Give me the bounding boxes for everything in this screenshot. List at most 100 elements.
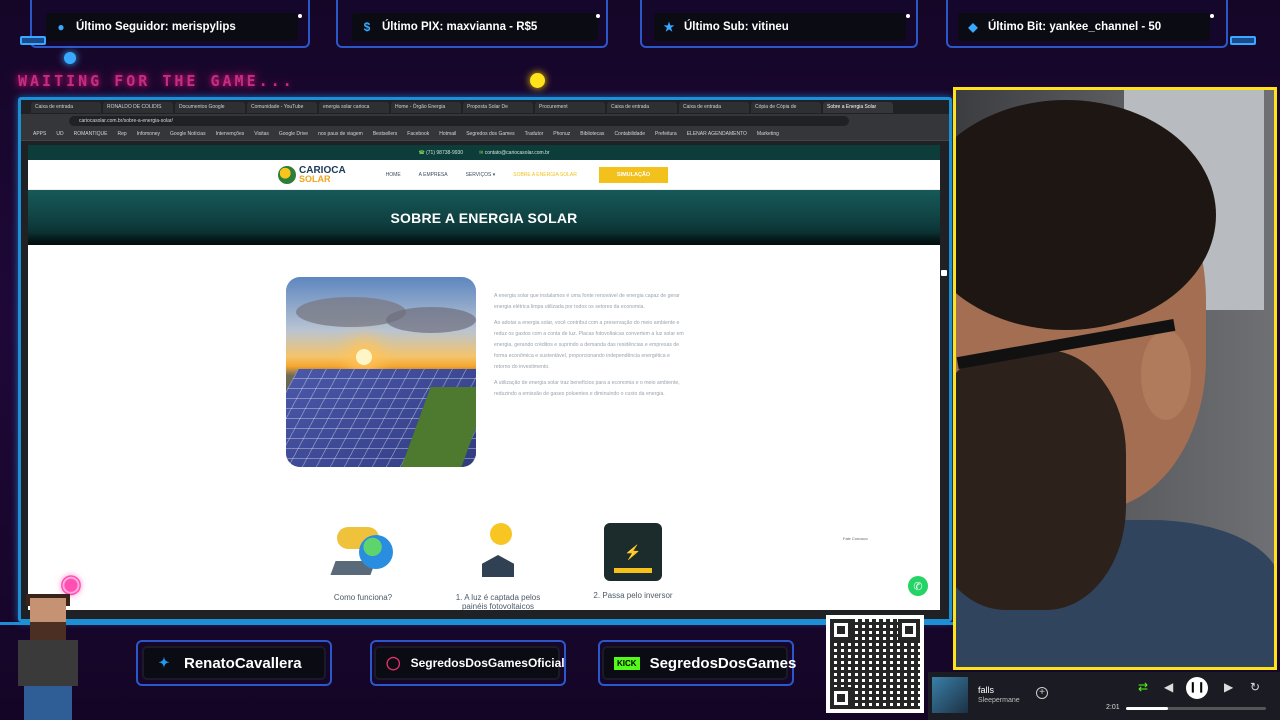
browser-tab-strip: Caixa de entrada RONALDO DE COLIDIS Docu… — [21, 100, 949, 114]
how-it-works: Como funciona? 1. A luz é captada pelos … — [308, 523, 688, 610]
album-art — [932, 677, 968, 713]
twitter-handle[interactable]: ✦ RenatoCavallera — [144, 648, 324, 678]
repeat-icon[interactable]: ↻ — [1250, 680, 1260, 694]
menu-servicos[interactable]: SERVIÇOS ▾ — [466, 172, 496, 178]
deco-tab — [20, 36, 46, 45]
bookmark[interactable]: UD — [56, 131, 63, 137]
step-label: 1. A luz é captada pelos painéis fotovol… — [455, 593, 541, 610]
shuffle-icon[interactable]: ⇄ — [1138, 680, 1148, 694]
sun-logo-icon — [278, 165, 296, 184]
qr-caption: livepix.gg/segredosdosgames — [826, 603, 919, 610]
bookmark[interactable]: Marketing — [757, 131, 779, 137]
inverter-icon: ⚡ — [604, 523, 662, 581]
song-artist: Sleepermane — [978, 697, 1020, 704]
pixel-avatar — [8, 594, 86, 720]
contact-phone[interactable]: (71) 98738-9930 — [418, 150, 463, 156]
contact-email[interactable]: contato@cariocasolar.com.br — [479, 150, 550, 156]
bookmark[interactable]: Contabilidade — [614, 131, 645, 137]
bookmark[interactable]: Facebook — [407, 131, 429, 137]
browser-tab[interactable]: Caixa de entrada — [31, 101, 101, 113]
menu-sobre-energia-solar[interactable]: SOBRE A ENERGIA SOLAR — [513, 172, 577, 178]
bookmark[interactable]: Intervenções — [216, 131, 245, 137]
hero-banner: SOBRE A ENERGIA SOLAR — [28, 190, 940, 245]
bookmark[interactable]: Hotmail — [439, 131, 456, 137]
latest-pix: $ Último PIX: maxvianna - R$5 — [352, 13, 598, 41]
bookmark[interactable]: Segredos dos Games — [466, 131, 514, 137]
step-label: 2. Passa pelo inversor — [593, 591, 673, 600]
deco-pin — [906, 14, 910, 18]
browser-tab[interactable]: Procurement — [535, 101, 605, 113]
music-player: falls Sleepermane + ⇄ ◀ ❙❙ ▶ ↻ 2:01 — [928, 672, 1280, 720]
bookmark[interactable]: Phonuz — [553, 131, 570, 137]
instagram-icon: ◯ — [386, 655, 401, 670]
deco-tab — [1230, 36, 1256, 45]
simulacao-button[interactable]: SIMULAÇÃO — [598, 166, 669, 183]
progress-bar[interactable] — [1126, 707, 1266, 710]
browser-tab[interactable]: Comunidade - YouTube — [247, 101, 317, 113]
progress-fill — [1126, 707, 1168, 710]
latest-pix-label: Último PIX: maxvianna - R$5 — [382, 21, 538, 33]
address-bar-row: cariocasolar.com.br/sobre-a-energia-sola… — [21, 114, 949, 128]
menu-home[interactable]: HOME — [386, 172, 401, 178]
article-paragraph: A energia solar que instalamos é uma fon… — [494, 293, 680, 310]
elapsed-time: 2:01 — [1106, 704, 1120, 711]
browser-tab[interactable]: Caixa de entrada — [607, 101, 677, 113]
article-text: A energia solar que instalamos é uma fon… — [494, 291, 684, 405]
bookmark[interactable]: Visitas — [254, 131, 269, 137]
gem-icon: ◆ — [968, 20, 978, 34]
bookmark[interactable]: Bibliotecas — [580, 131, 604, 137]
menu-a-empresa[interactable]: A EMPRESA — [419, 172, 448, 178]
browser-tab[interactable]: Cópia de Cópia de — [751, 101, 821, 113]
deco-pin — [298, 14, 302, 18]
contact-bar: (71) 98738-9930 contato@cariocasolar.com… — [28, 145, 940, 160]
song-title: falls — [978, 685, 995, 695]
step-2: ⚡ 2. Passa pelo inversor — [578, 523, 688, 610]
kick-label: SegredosDosGames — [649, 654, 797, 672]
site-menu: HOME A EMPRESA SERVIÇOS ▾ SOBRE A ENERGI… — [386, 172, 577, 178]
twitter-label: RenatoCavallera — [184, 654, 302, 672]
browser-tab[interactable]: Home - Órgão Energia — [391, 101, 461, 113]
browser-tab[interactable]: RONALDO DE COLIDIS — [103, 101, 173, 113]
article-paragraph: Ao adotar a energia solar, você contribu… — [494, 320, 684, 370]
bookmark[interactable]: Tradutor — [525, 131, 544, 137]
step-label: Como funciona? — [333, 593, 393, 602]
bookmark[interactable]: Google Notícias — [170, 131, 206, 137]
site-nav: CARIOCA SOLAR HOME A EMPRESA SERVIÇOS ▾ … — [28, 160, 940, 190]
previous-icon[interactable]: ◀ — [1164, 680, 1173, 694]
deco-yellow-dot — [530, 73, 545, 88]
next-icon[interactable]: ▶ — [1224, 680, 1233, 694]
latest-bit: ◆ Último Bit: yankee_channel - 50 — [958, 13, 1210, 41]
bookmark[interactable]: Infomoney — [137, 131, 160, 137]
bookmarks-bar: APPS UD ROMANTIQUE Rep Infomoney Google … — [21, 128, 949, 141]
browser-tab[interactable]: Caixa de entrada — [679, 101, 749, 113]
whatsapp-label: Fale Conosco — [843, 536, 868, 541]
step-1: 1. A luz é captada pelos painéis fotovol… — [443, 523, 553, 610]
kick-handle[interactable]: KICK SegredosDosGames — [604, 648, 796, 678]
browser-tab[interactable]: Documentos Google — [175, 101, 245, 113]
bookmark[interactable]: Prefeitura — [655, 131, 677, 137]
latest-follower: ● Último Seguidor: merispylips — [46, 13, 298, 41]
browser-window: Caixa de entrada RONALDO DE COLIDIS Docu… — [18, 97, 952, 622]
scrollbar-thumb[interactable] — [941, 270, 947, 276]
browser-tab[interactable]: energia solar carioca — [319, 101, 389, 113]
pause-icon[interactable]: ❙❙ — [1186, 677, 1208, 699]
bookmark[interactable]: ROMANTIQUE — [74, 131, 108, 137]
browser-tab-active[interactable]: Sobre a Energia Solar — [823, 101, 893, 113]
waiting-banner: WAITING FOR THE GAME... — [18, 72, 295, 90]
divider-line — [0, 622, 953, 625]
logo-line-2: SOLAR — [299, 173, 331, 184]
add-icon[interactable]: + — [1036, 687, 1048, 699]
latest-sub-label: Último Sub: vitineu — [684, 21, 789, 33]
whatsapp-icon[interactable]: ✆ — [908, 576, 928, 596]
bookmark[interactable]: Rep — [117, 131, 126, 137]
instagram-handle[interactable]: ◯ SegredosDosGamesOficial — [376, 648, 565, 678]
bookmark[interactable]: APPS — [33, 131, 46, 137]
bookmark[interactable]: Google Drive — [279, 131, 308, 137]
bookmark[interactable]: Bestsellers — [373, 131, 397, 137]
site-logo[interactable]: CARIOCA SOLAR — [278, 165, 346, 184]
bookmark[interactable]: ELENAR AGENDAMENTO — [687, 131, 747, 137]
address-bar[interactable]: cariocasolar.com.br/sobre-a-energia-sola… — [69, 116, 849, 126]
bookmark[interactable]: nos paus de viagem — [318, 131, 363, 137]
qr-code[interactable] — [826, 615, 924, 713]
browser-tab[interactable]: Proposta Solar De — [463, 101, 533, 113]
